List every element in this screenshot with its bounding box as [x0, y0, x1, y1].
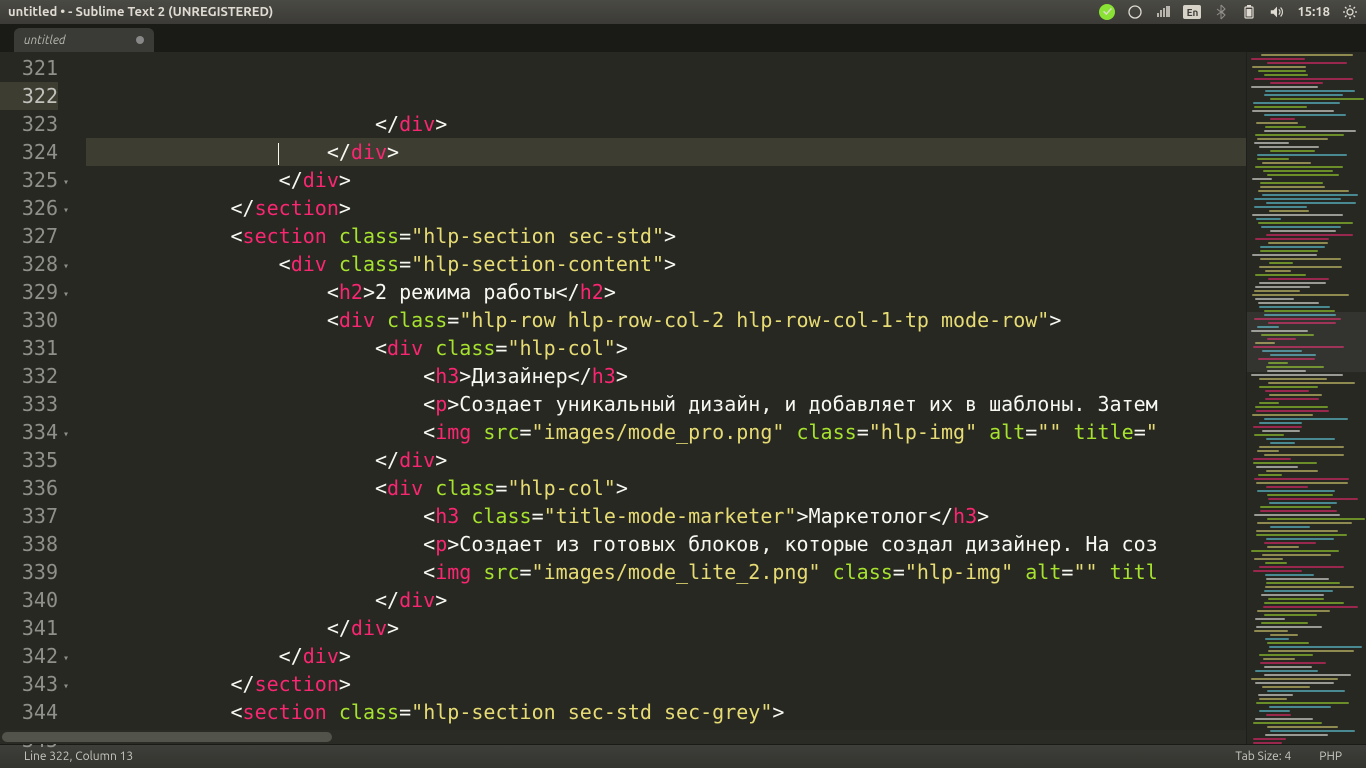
horizontal-scrollbar-thumb[interactable] — [2, 732, 332, 742]
line-number[interactable]: 329 — [0, 278, 58, 306]
line-number[interactable]: 332 — [0, 362, 58, 390]
session-gear-icon[interactable] — [1342, 4, 1358, 20]
minimap-viewport[interactable] — [1247, 312, 1366, 372]
code-line[interactable]: <div class="hlp-col"> — [86, 474, 1246, 502]
tab-dirty-icon — [136, 36, 144, 44]
status-tab-size[interactable]: Tab Size: 4 — [1221, 750, 1305, 763]
status-bar: Line 322, Column 13 Tab Size: 4 PHP — [0, 744, 1366, 768]
code-line[interactable]: </div> — [86, 446, 1246, 474]
editor-area: 3213223233243253263273283293303313323333… — [0, 52, 1366, 744]
code-area[interactable]: </div> </div> </div> </section> <section… — [70, 52, 1246, 744]
line-number[interactable]: 338 — [0, 530, 58, 558]
line-number[interactable]: 339 — [0, 558, 58, 586]
line-number[interactable]: 335 — [0, 446, 58, 474]
code-line[interactable]: <img src="images/mode_pro.png" class="hl… — [86, 418, 1246, 446]
line-number[interactable]: 336 — [0, 474, 58, 502]
line-number[interactable]: 328 — [0, 250, 58, 278]
code-line[interactable]: <p>Создает из готовых блоков, которые со… — [86, 530, 1246, 558]
system-menubar: untitled • - Sublime Text 2 (UNREGISTERE… — [0, 0, 1366, 24]
line-number[interactable]: 334 — [0, 418, 58, 446]
clock[interactable]: 15:18 — [1297, 5, 1330, 19]
code-line[interactable]: <h3 class="title-mode-marketer">Маркетол… — [86, 502, 1246, 530]
code-line[interactable]: </div> — [86, 166, 1246, 194]
code-line[interactable]: <h2>2 режима работы</h2> — [86, 278, 1246, 306]
line-number[interactable]: 343 — [0, 670, 58, 698]
line-number[interactable]: 330 — [0, 306, 58, 334]
tab-label: untitled — [24, 34, 66, 47]
line-number[interactable]: 323 — [0, 110, 58, 138]
code-line[interactable]: </section> — [86, 670, 1246, 698]
sync-ok-icon[interactable]: ✓ — [1099, 4, 1115, 20]
code-line[interactable]: </div> — [86, 614, 1246, 642]
keyboard-layout-indicator[interactable]: En — [1183, 5, 1201, 19]
code-line[interactable]: <section class="hlp-section sec-std"> — [86, 222, 1246, 250]
volume-icon[interactable] — [1269, 4, 1285, 20]
tab-untitled[interactable]: untitled — [14, 28, 154, 52]
line-number[interactable]: 327 — [0, 222, 58, 250]
code-line[interactable]: </div> — [86, 642, 1246, 670]
window-title: untitled • - Sublime Text 2 (UNREGISTERE… — [8, 5, 273, 19]
network-icon[interactable] — [1155, 4, 1171, 20]
line-number[interactable]: 326 — [0, 194, 58, 222]
line-number[interactable]: 344 — [0, 698, 58, 726]
line-number[interactable]: 333 — [0, 390, 58, 418]
code-line[interactable]: <div class="hlp-row hlp-row-col-2 hlp-ro… — [86, 306, 1246, 334]
code-line[interactable]: </section> — [86, 194, 1246, 222]
code-line[interactable]: </div> — [86, 586, 1246, 614]
system-tray: ✓ En 15:18 — [1099, 4, 1358, 20]
code-line[interactable]: <div class="hlp-col"> — [86, 334, 1246, 362]
code-line[interactable]: <img src="images/mode_lite_2.png" class=… — [86, 558, 1246, 586]
code-line[interactable]: </div> — [86, 110, 1246, 138]
line-number[interactable]: 331 — [0, 334, 58, 362]
spinner-icon[interactable] — [1127, 4, 1143, 20]
line-number[interactable]: 324 — [0, 138, 58, 166]
line-number[interactable]: 321 — [0, 54, 58, 82]
code-line[interactable]: <p>Создает уникальный дизайн, и добавляе… — [86, 390, 1246, 418]
line-number[interactable]: 337 — [0, 502, 58, 530]
code-line[interactable]: <section class="hlp-section sec-std sec-… — [86, 698, 1246, 726]
line-number[interactable]: 322 — [0, 82, 58, 110]
status-syntax[interactable]: PHP — [1305, 750, 1356, 763]
battery-icon[interactable] — [1241, 4, 1257, 20]
code-line[interactable]: </div> — [86, 138, 1246, 166]
line-number[interactable]: 342 — [0, 642, 58, 670]
bluetooth-icon[interactable] — [1213, 4, 1229, 20]
line-number[interactable]: 325 — [0, 166, 58, 194]
code-line[interactable]: <div class="hlp-section-content"> — [86, 250, 1246, 278]
line-number[interactable]: 341 — [0, 614, 58, 642]
minimap[interactable] — [1246, 52, 1366, 744]
line-number[interactable]: 340 — [0, 586, 58, 614]
line-gutter[interactable]: 3213223233243253263273283293303313323333… — [0, 52, 70, 744]
horizontal-scrollbar[interactable] — [0, 730, 1246, 744]
code-line[interactable]: <h3>Дизайнер</h3> — [86, 362, 1246, 390]
tab-bar: untitled — [0, 24, 1366, 52]
